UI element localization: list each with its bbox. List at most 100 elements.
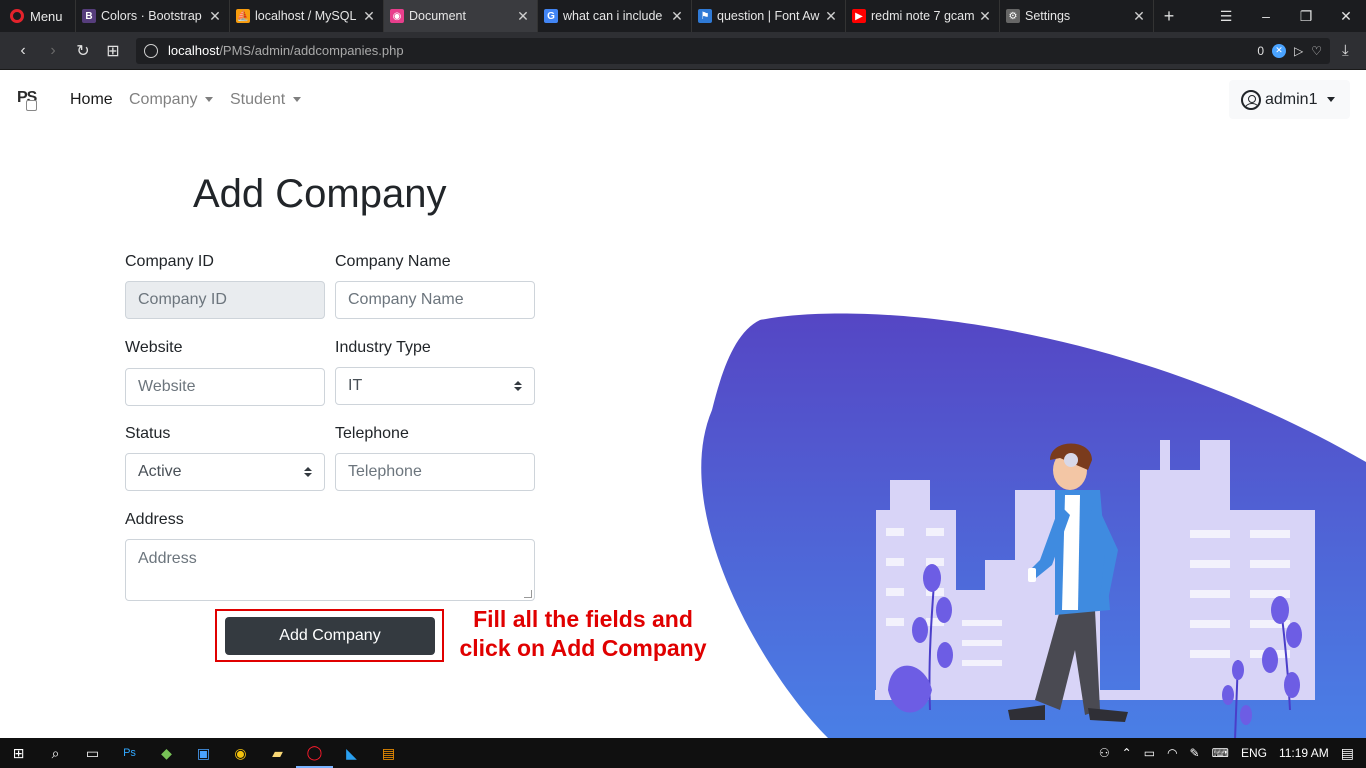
add-company-button[interactable]: Add Company (225, 617, 435, 655)
close-window-icon[interactable]: ✕ (1326, 8, 1366, 25)
heart-icon[interactable]: ♡ (1311, 44, 1322, 58)
notifications-icon[interactable]: ▤ (1341, 745, 1354, 762)
industry-type-select[interactable]: IT (335, 367, 535, 405)
company-name-placeholder: Company Name (348, 291, 464, 308)
close-icon[interactable]: ✕ (825, 8, 837, 25)
pen-icon[interactable]: ✎ (1190, 746, 1200, 760)
close-icon[interactable]: ✕ (979, 8, 991, 25)
vscode-icon[interactable]: ◣ (333, 738, 370, 768)
browser-tab[interactable]: ⚑ question | Font Aw ✕ (692, 0, 846, 32)
browser-tab-strip: Menu B Colors · Bootstrap ✕ ⛵ localhost / My… (0, 0, 1366, 32)
website-input[interactable]: Website (125, 368, 325, 406)
company-name-input[interactable]: Company Name (335, 281, 535, 319)
tab-menu-icon[interactable]: ☰ (1206, 8, 1246, 25)
opera-logo-icon (10, 9, 24, 23)
search-icon[interactable]: ⌕ (37, 738, 74, 768)
navbar: PS Home Company Student admin1 (0, 70, 1366, 132)
address-textarea[interactable]: Address (125, 539, 535, 601)
nav-student-dropdown[interactable]: Student (230, 91, 302, 109)
select-arrows-icon (514, 381, 522, 391)
windows-start-icon[interactable]: ⊞ (0, 738, 37, 768)
company-id-input[interactable]: Company ID (125, 281, 325, 319)
telephone-placeholder: Telephone (348, 463, 422, 480)
send-icon[interactable]: ▷ (1294, 44, 1303, 58)
brand-check-icon (26, 100, 37, 111)
adblock-icon[interactable]: ✕ (1272, 43, 1286, 58)
back-button[interactable]: ‹ (8, 42, 38, 60)
file-explorer-icon[interactable]: ▰ (259, 738, 296, 768)
nav-company-label: Company (129, 91, 198, 108)
tab-title: localhost / MySQL (255, 9, 357, 23)
android-studio-icon[interactable]: ◆ (148, 738, 185, 768)
opera-icon[interactable]: ◯ (296, 738, 333, 768)
bootstrap-icon: B (82, 9, 96, 23)
language-indicator[interactable]: ENG (1241, 746, 1267, 760)
opera-menu-button[interactable]: Menu (0, 0, 76, 32)
resize-handle-icon[interactable] (524, 590, 532, 598)
telephone-label: Telephone (335, 425, 409, 442)
system-tray: ⚇ ⌃ ▭ ◠ ✎ ⌨ ENG 11:19 AM ▤ (1099, 745, 1366, 762)
reload-button[interactable]: ↻ (68, 41, 98, 61)
download-icon[interactable]: ⤓ (1342, 42, 1349, 59)
photoshop-icon[interactable]: Ps (111, 738, 148, 768)
url-host: localhost (168, 43, 220, 58)
gear-icon: ⚙ (1006, 9, 1020, 23)
tab-title: what can i include (563, 9, 663, 23)
user-circle-icon (1241, 89, 1261, 110)
menu-label: Menu (30, 8, 63, 24)
forward-button[interactable]: › (38, 42, 68, 60)
status-select[interactable]: Active (125, 453, 325, 491)
window-controls: ☰ – ❐ ✕ (1206, 0, 1366, 32)
chevron-up-icon[interactable]: ⌃ (1122, 746, 1132, 760)
tab-title: Colors · Bootstrap (101, 9, 202, 23)
people-icon[interactable]: ⚇ (1099, 746, 1110, 760)
browser-tab[interactable]: B Colors · Bootstrap ✕ (76, 0, 230, 32)
url-path: /PMS/admin/addcompanies.php (219, 43, 404, 58)
industry-type-value: IT (348, 377, 363, 394)
browser-tab[interactable]: ◉ Document ✕ (384, 0, 538, 32)
tab-title: Settings (1025, 9, 1071, 23)
close-icon[interactable]: ✕ (363, 8, 375, 25)
browser-tab[interactable]: Gwhat can i include ✕ (538, 0, 692, 32)
user-dropdown[interactable]: admin1 (1229, 80, 1350, 119)
chrome-icon[interactable]: ◉ (222, 738, 259, 768)
telephone-input[interactable]: Telephone (335, 453, 535, 491)
url-field[interactable]: localhost/PMS/admin/addcompanies.php 0 ✕… (136, 37, 1330, 64)
web-page: PS Home Company Student admin1 Add Compa… (0, 70, 1366, 738)
restore-icon[interactable]: ❐ (1286, 8, 1326, 25)
company-name-label: Company Name (335, 253, 451, 270)
close-icon[interactable]: ✕ (209, 8, 221, 25)
youtube-icon: ▶ (852, 9, 866, 23)
tab-title: question | Font Aw (717, 9, 820, 23)
address-bar: ‹ › ↻ ⊞ localhost/PMS/admin/addcompanies… (0, 32, 1366, 70)
address-placeholder: Address (138, 550, 197, 567)
new-tab-button[interactable]: + (1154, 0, 1184, 32)
wifi-icon[interactable]: ◠ (1167, 746, 1177, 760)
sublime-text-icon[interactable]: ▤ (370, 738, 407, 768)
status-label: Status (125, 425, 171, 442)
address-label: Address (125, 511, 184, 528)
browser-tab[interactable]: ▶ redmi note 7 gcam ✕ (846, 0, 1000, 32)
close-icon[interactable]: ✕ (671, 8, 683, 25)
desktop-icon[interactable]: ▣ (185, 738, 222, 768)
nav-company-dropdown[interactable]: Company (129, 91, 214, 109)
document-icon: ◉ (390, 9, 404, 23)
select-arrows-icon (304, 467, 312, 477)
browser-tab[interactable]: ⛵ localhost / MySQL ✕ (230, 0, 384, 32)
close-icon[interactable]: ✕ (1133, 8, 1145, 25)
nav-home-link[interactable]: Home (70, 91, 113, 109)
phpmyadmin-icon: ⛵ (236, 9, 250, 23)
battery-icon[interactable]: ▭ (1144, 746, 1155, 760)
keyboard-icon[interactable]: ⌨ (1212, 746, 1229, 760)
annotation-line-2: click on Add Company (459, 635, 707, 661)
clock[interactable]: 11:19 AM (1279, 746, 1329, 760)
brand-logo[interactable]: PS (17, 89, 47, 115)
speed-dial-icon[interactable]: ⊞ (98, 41, 128, 61)
adblock-count: 0 (1257, 43, 1264, 58)
task-view-icon[interactable]: ▭ (74, 738, 111, 768)
chevron-down-icon (1327, 97, 1336, 102)
close-icon[interactable]: ✕ (517, 8, 529, 25)
minimize-icon[interactable]: – (1246, 8, 1286, 24)
browser-tab[interactable]: ⚙ Settings ✕ (1000, 0, 1154, 32)
website-label: Website (125, 339, 183, 356)
